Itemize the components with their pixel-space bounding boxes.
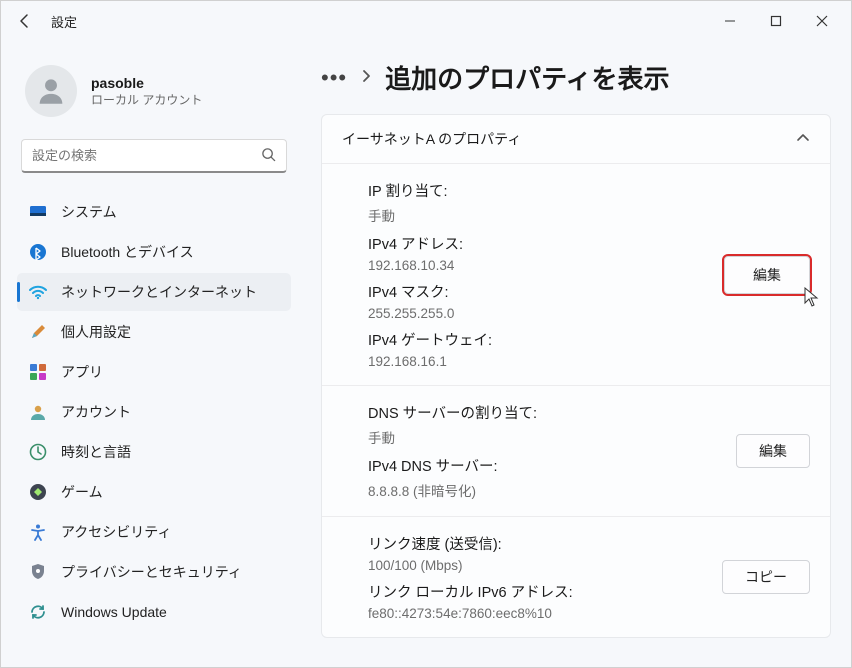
- ipv4-addr-value: 192.168.10.34: [368, 258, 724, 273]
- breadcrumb: ••• 追加のプロパティを表示: [321, 59, 831, 96]
- section-title: イーサネットA のプロパティ: [342, 129, 521, 149]
- settings-window: 設定 pasoble ローカル アカウント: [0, 0, 852, 668]
- chevron-up-icon: [796, 131, 810, 148]
- dns-assign-value: 手動: [368, 427, 736, 447]
- update-icon: [29, 603, 47, 621]
- gaming-icon: [29, 483, 47, 501]
- link-section: リンク速度 (送受信): 100/100 (Mbps) リンク ローカル IPv…: [322, 517, 830, 637]
- dns-edit-button[interactable]: 編集: [736, 434, 810, 468]
- nav-label: アクセシビリティ: [61, 522, 171, 542]
- back-button[interactable]: [15, 11, 35, 31]
- close-button[interactable]: [799, 5, 845, 37]
- user-sub: ローカル アカウント: [91, 91, 202, 108]
- properties-card: イーサネットA のプロパティ IP 割り当て: 手動 IPv4 アドレス: 19…: [321, 114, 831, 638]
- nav-privacy[interactable]: プライバシーとセキュリティ: [17, 553, 291, 591]
- ipv4-mask-label: IPv4 マスク:: [368, 281, 724, 302]
- nav-label: 時刻と言語: [61, 442, 131, 462]
- nav-gaming[interactable]: ゲーム: [17, 473, 291, 511]
- wifi-icon: [29, 283, 47, 301]
- ipv4-addr-label: IPv4 アドレス:: [368, 233, 724, 254]
- user-name: pasoble: [91, 75, 202, 91]
- cursor-icon: [804, 287, 820, 310]
- ip-edit-button[interactable]: 編集: [724, 256, 810, 294]
- ipv4-dns-value: 8.8.8.8 (非暗号化): [368, 480, 736, 500]
- copy-button[interactable]: コピー: [722, 560, 810, 594]
- user-block[interactable]: pasoble ローカル アカウント: [17, 59, 291, 139]
- chevron-right-icon: [359, 69, 373, 86]
- search-icon: [261, 147, 276, 165]
- search-input[interactable]: [32, 148, 261, 163]
- nav-label: Windows Update: [61, 604, 167, 620]
- nav-personalization[interactable]: 個人用設定: [17, 313, 291, 351]
- nav-label: システム: [61, 202, 117, 222]
- nav-list: システム Bluetooth とデバイス ネットワークとインターネット: [17, 193, 291, 631]
- ipv4-dns-label: IPv4 DNS サーバー:: [368, 455, 736, 476]
- clock-globe-icon: [29, 443, 47, 461]
- ip-assign-value: 手動: [368, 205, 724, 225]
- nav-label: ネットワークとインターネット: [61, 282, 257, 302]
- main-panel: ••• 追加のプロパティを表示 イーサネットA のプロパティ IP 割り当て:: [301, 41, 851, 667]
- nav-bluetooth[interactable]: Bluetooth とデバイス: [17, 233, 291, 271]
- card-header[interactable]: イーサネットA のプロパティ: [322, 115, 830, 164]
- link-speed-value: 100/100 (Mbps): [368, 558, 722, 573]
- maximize-button[interactable]: [753, 5, 799, 37]
- avatar: [25, 65, 77, 117]
- sidebar: pasoble ローカル アカウント システム: [1, 41, 301, 667]
- dns-section: DNS サーバーの割り当て: 手動 IPv4 DNS サーバー: 8.8.8.8…: [322, 386, 830, 517]
- nav-label: プライバシーとセキュリティ: [61, 562, 242, 582]
- nav-time-language[interactable]: 時刻と言語: [17, 433, 291, 471]
- shield-icon: [29, 563, 47, 581]
- ipv4-gw-value: 192.168.16.1: [368, 354, 724, 369]
- brush-icon: [29, 323, 47, 341]
- nav-accessibility[interactable]: アクセシビリティ: [17, 513, 291, 551]
- nav-label: アカウント: [61, 402, 131, 422]
- ipv6-local-label: リンク ローカル IPv6 アドレス:: [368, 581, 722, 602]
- titlebar: 設定: [1, 1, 851, 41]
- nav-label: ゲーム: [61, 482, 103, 502]
- dns-assign-label: DNS サーバーの割り当て:: [368, 402, 736, 423]
- nav-accounts[interactable]: アカウント: [17, 393, 291, 431]
- nav-apps[interactable]: アプリ: [17, 353, 291, 391]
- nav-label: アプリ: [61, 362, 103, 382]
- ipv4-mask-value: 255.255.255.0: [368, 306, 724, 321]
- search-box[interactable]: [21, 139, 287, 173]
- ipv4-gw-label: IPv4 ゲートウェイ:: [368, 329, 724, 350]
- nav-label: 個人用設定: [61, 322, 131, 342]
- account-icon: [29, 403, 47, 421]
- nav-system[interactable]: システム: [17, 193, 291, 231]
- minimize-button[interactable]: [707, 5, 753, 37]
- system-icon: [29, 203, 47, 221]
- breadcrumb-ellipsis[interactable]: •••: [321, 65, 347, 91]
- page-title: 追加のプロパティを表示: [385, 59, 669, 96]
- link-speed-label: リンク速度 (送受信):: [368, 533, 722, 554]
- apps-icon: [29, 363, 47, 381]
- nav-label: Bluetooth とデバイス: [61, 242, 194, 262]
- nav-windows-update[interactable]: Windows Update: [17, 593, 291, 631]
- ip-section: IP 割り当て: 手動 IPv4 アドレス: 192.168.10.34 IPv…: [322, 164, 830, 386]
- nav-network[interactable]: ネットワークとインターネット: [17, 273, 291, 311]
- ipv6-local-value: fe80::4273:54e:7860:eec8%10: [368, 606, 722, 621]
- bluetooth-icon: [29, 243, 47, 261]
- accessibility-icon: [29, 523, 47, 541]
- ip-assign-label: IP 割り当て:: [368, 180, 724, 201]
- window-title: 設定: [51, 12, 77, 31]
